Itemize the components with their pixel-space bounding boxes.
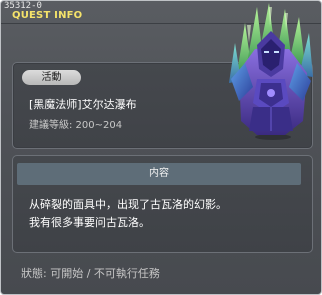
content-line: 从碎裂的面具中，出现了古瓦洛的幻影。: [29, 198, 227, 211]
crystal-golem-npc-icon: [229, 3, 313, 140]
quest-info-window: 35312-0 QUEST INFO 活動 [黑魔法师]艾尔达瀑布 建議等級: …: [0, 0, 322, 295]
quest-status: 狀態: 可開始 / 不可執行任務: [21, 267, 160, 280]
quest-category-badge: 活動: [22, 70, 81, 85]
recommended-level: 建議等級: 200~204: [29, 120, 123, 131]
content-header: 内容: [17, 163, 301, 185]
content-line: 我有很多事要问古瓦洛。: [29, 216, 150, 229]
quest-name: [黑魔法师]艾尔达瀑布: [29, 98, 137, 111]
window-title: QUEST INFO: [12, 10, 83, 21]
